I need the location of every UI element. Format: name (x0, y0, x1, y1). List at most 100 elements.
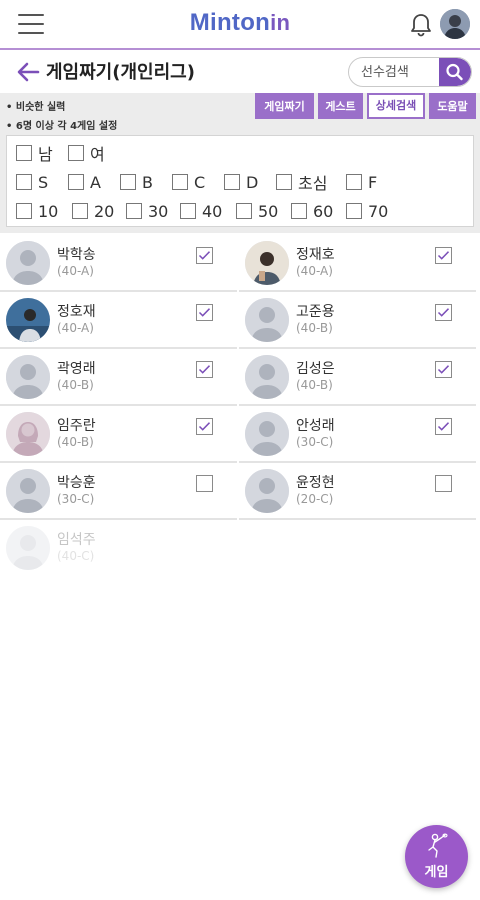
player-item[interactable]: 고준용 (40-B) (239, 294, 476, 349)
player-name: 박학송 (57, 247, 96, 263)
checkbox[interactable] (172, 174, 188, 190)
player-select-checkbox[interactable] (435, 304, 452, 321)
player-select-checkbox[interactable] (435, 418, 452, 435)
avatar (245, 355, 289, 399)
player-grade: (40-B) (296, 321, 333, 335)
filter-grade-beginner[interactable]: 초심 (276, 171, 327, 193)
filter-grade-d[interactable]: D (224, 171, 258, 193)
checkbox[interactable] (346, 174, 362, 190)
filter-panel: • 비슷한 실력 • 6명 이상 각 4게임 설정 게임짜기 게스트 상세검색 … (0, 93, 480, 233)
title-row: 게임짜기(개인리그) (0, 52, 480, 92)
checkbox[interactable] (236, 203, 252, 219)
checkbox[interactable] (291, 203, 307, 219)
player-select-checkbox[interactable] (435, 475, 452, 492)
player-item[interactable]: 임석주 (40-C) (0, 522, 237, 577)
player-select-checkbox[interactable] (435, 247, 452, 264)
filter-grade-s[interactable]: S (16, 171, 48, 193)
filter-label: A (90, 172, 101, 192)
player-select-checkbox[interactable] (196, 418, 213, 435)
search-button[interactable] (439, 58, 471, 86)
game-fab-button[interactable]: 게임 (405, 825, 468, 888)
player-grade: (30-C) (57, 492, 95, 506)
filter-grade-b[interactable]: B (120, 171, 153, 193)
player-grade: (40-A) (296, 264, 333, 278)
filter-age-60[interactable]: 60 (291, 200, 333, 222)
filter-grade-c[interactable]: C (172, 171, 205, 193)
checkbox[interactable] (16, 174, 32, 190)
player-name: 임석주 (57, 532, 96, 548)
player-name: 정호재 (57, 304, 96, 320)
player-name: 김성은 (296, 361, 335, 377)
filter-age-40[interactable]: 40 (180, 200, 222, 222)
checkbox[interactable] (126, 203, 142, 219)
arrow-left-icon[interactable] (15, 60, 41, 84)
checkbox[interactable] (16, 145, 32, 161)
player-name: 임주란 (57, 418, 96, 434)
player-select-checkbox[interactable] (196, 304, 213, 321)
filter-gender-female[interactable]: 여 (68, 142, 105, 164)
help-button[interactable]: 도움말 (429, 93, 476, 119)
player-grade: (40-A) (57, 321, 94, 335)
player-grade: (40-B) (296, 378, 333, 392)
bell-icon[interactable] (408, 12, 434, 38)
checkbox[interactable] (120, 174, 136, 190)
player-item[interactable]: 김성은 (40-B) (239, 351, 476, 406)
checkbox[interactable] (180, 203, 196, 219)
checkbox[interactable] (72, 203, 88, 219)
player-name: 박승훈 (57, 475, 96, 491)
filter-age-30[interactable]: 30 (126, 200, 168, 222)
filter-age-10[interactable]: 10 (16, 200, 58, 222)
player-select-checkbox[interactable] (435, 361, 452, 378)
filter-options: 남 여 S A B C D 초심 F 10 20 30 40 50 60 70 (6, 135, 474, 227)
player-select-checkbox[interactable] (196, 247, 213, 264)
player-item[interactable]: 박학송 (40-A) (0, 237, 237, 292)
filter-grade-a[interactable]: A (68, 171, 101, 193)
player-name: 윤정현 (296, 475, 335, 491)
player-item[interactable]: 윤정현 (20-C) (239, 465, 476, 520)
player-search-box (348, 57, 472, 87)
avatar (6, 526, 50, 570)
player-grade: (40-B) (57, 435, 94, 449)
player-name: 정재호 (296, 247, 335, 263)
filter-label: 50 (258, 201, 279, 221)
checkbox[interactable] (276, 174, 292, 190)
player-grade: (40-B) (57, 378, 94, 392)
filter-age-50[interactable]: 50 (236, 200, 278, 222)
avatar (245, 469, 289, 513)
rule-notes: • 비슷한 실력 • 6명 이상 각 4게임 설정 (6, 98, 117, 136)
filter-label: 30 (148, 201, 169, 221)
avatar (245, 298, 289, 342)
guest-button[interactable]: 게스트 (318, 93, 363, 119)
filter-label: F (368, 172, 378, 192)
player-item[interactable]: 곽영래 (40-B) (0, 351, 237, 406)
filter-label: 40 (202, 201, 223, 221)
checkbox[interactable] (346, 203, 362, 219)
player-item[interactable]: 정호재 (40-A) (0, 294, 237, 349)
detail-search-button[interactable]: 상세검색 (367, 93, 425, 119)
filter-gender-male[interactable]: 남 (16, 142, 53, 164)
filter-label: 여 (90, 145, 105, 164)
filter-label: S (38, 172, 49, 192)
player-select-checkbox[interactable] (196, 475, 213, 492)
checkbox[interactable] (68, 145, 84, 161)
checkbox[interactable] (224, 174, 240, 190)
filter-label: 10 (38, 201, 59, 221)
make-game-button[interactable]: 게임짜기 (255, 93, 314, 119)
player-item[interactable]: 정재호 (40-A) (239, 237, 476, 292)
filter-label: 70 (368, 201, 389, 221)
checkbox[interactable] (16, 203, 32, 219)
filter-grade-f[interactable]: F (346, 171, 377, 193)
player-item[interactable]: 임주란 (40-B) (0, 408, 237, 463)
player-grade: (40-A) (57, 264, 94, 278)
top-app-bar: Mintonin (0, 0, 480, 50)
player-select-checkbox[interactable] (196, 361, 213, 378)
player-search-input[interactable] (349, 58, 441, 86)
profile-avatar[interactable] (440, 9, 470, 39)
filter-age-70[interactable]: 70 (346, 200, 388, 222)
player-grade: (30-C) (296, 435, 334, 449)
player-item[interactable]: 안성래 (30-C) (239, 408, 476, 463)
checkbox[interactable] (68, 174, 84, 190)
filter-label: D (246, 172, 259, 192)
filter-age-20[interactable]: 20 (72, 200, 114, 222)
player-item[interactable]: 박승훈 (30-C) (0, 465, 237, 520)
